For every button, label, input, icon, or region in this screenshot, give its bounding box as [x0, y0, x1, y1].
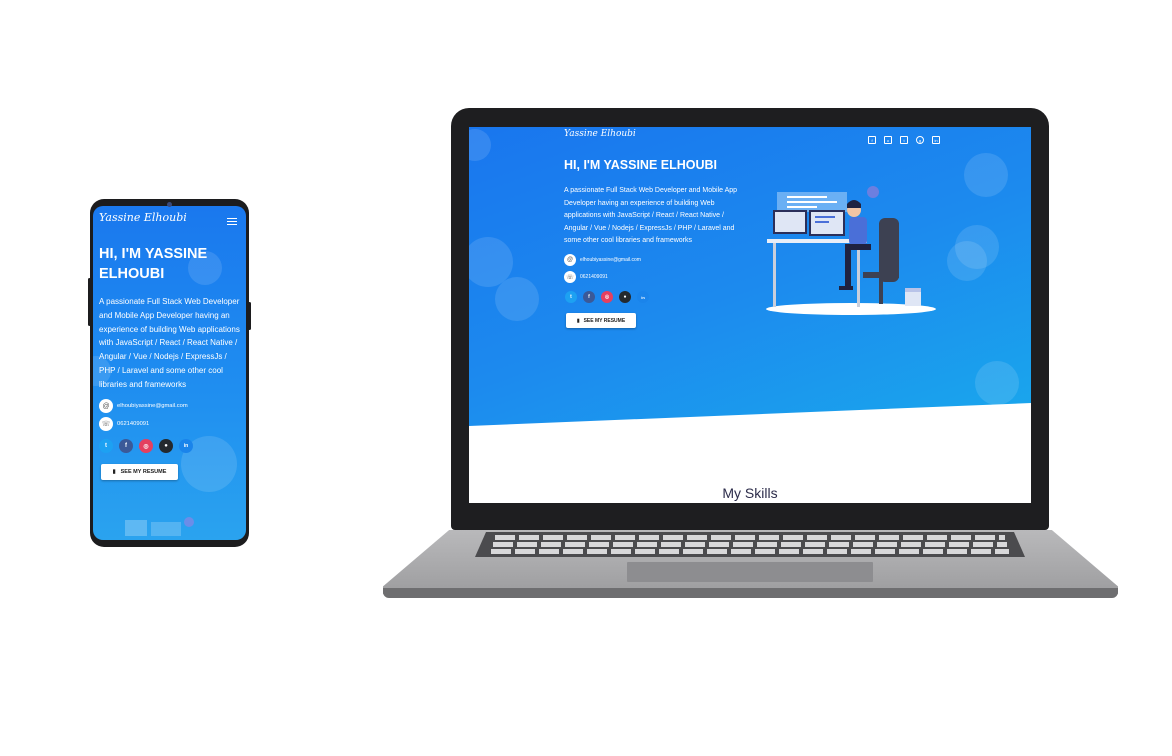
phone-icon: ☏	[99, 417, 113, 431]
resume-button[interactable]: ▮ SEE MY RESUME	[566, 313, 636, 328]
email-text: elhoubiyassine@gmail.com	[580, 257, 641, 263]
github-icon[interactable]: ●	[619, 291, 631, 303]
facebook-icon[interactable]: f	[119, 439, 133, 453]
decor-bubble	[495, 277, 539, 321]
decor-bubble	[947, 241, 987, 281]
hero-description: A passionate Full Stack Web Developer an…	[99, 297, 240, 389]
linkedin-icon[interactable]: in	[637, 291, 649, 303]
phone-text: 0621409091	[580, 274, 608, 280]
document-icon: ▮	[112, 469, 116, 475]
laptop-screen: Yassine Elhoubi f o t g in HI, I'M YASSI…	[469, 127, 1031, 503]
resume-button-label: SEE MY RESUME	[583, 317, 626, 324]
phone-row[interactable]: ☏ 0621409091	[564, 271, 608, 283]
developer-illustration	[125, 517, 194, 536]
twitter-icon[interactable]: t	[99, 439, 113, 453]
phone-icon: ☏	[564, 271, 576, 283]
decor-bubble	[975, 361, 1019, 405]
laptop-base-edge	[383, 588, 1118, 598]
logo[interactable]: Yassine Elhoubi	[99, 211, 187, 224]
top-social-nav: f o t g in	[868, 136, 940, 144]
laptop-keyboard	[475, 532, 1025, 557]
hero-title: HI, I'M YASSINE ELHOUBI	[99, 246, 208, 282]
developer-illustration	[766, 186, 936, 315]
twitter-icon[interactable]: t	[900, 136, 908, 144]
linkedin-icon[interactable]: in	[179, 439, 193, 453]
email-icon: @	[564, 254, 576, 266]
phone-camera	[167, 202, 172, 207]
instagram-icon[interactable]: o	[884, 136, 892, 144]
phone-row[interactable]: ☏ 0621409091	[99, 417, 149, 431]
facebook-icon[interactable]: f	[868, 136, 876, 144]
github-icon[interactable]: ●	[159, 439, 173, 453]
instagram-icon[interactable]: ◎	[139, 439, 153, 453]
email-row[interactable]: @ elhoubiyassine@gmail.com	[99, 399, 188, 413]
email-text: elhoubiyassine@gmail.com	[117, 403, 188, 409]
email-icon: @	[99, 399, 113, 413]
facebook-icon[interactable]: f	[583, 291, 595, 303]
skills-heading: My Skills	[722, 485, 778, 501]
linkedin-icon[interactable]: in	[932, 136, 940, 144]
resume-button[interactable]: ▮ SEE MY RESUME	[101, 464, 178, 480]
hero-title: HI, I'M YASSINE ELHOUBI	[564, 158, 718, 172]
social-links: t f ◎ ● in	[565, 291, 649, 303]
instagram-icon[interactable]: ◎	[601, 291, 613, 303]
hamburger-menu-icon[interactable]	[227, 218, 237, 227]
laptop-trackpad	[627, 562, 873, 582]
hero-description: A passionate Full Stack Web Developer an…	[564, 187, 738, 244]
phone-mockup: Yassine Elhoubi HI, I'M YASSINE ELHOUBI …	[90, 199, 249, 547]
resume-button-label: SEE MY RESUME	[120, 469, 167, 475]
phone-screen: Yassine Elhoubi HI, I'M YASSINE ELHOUBI …	[93, 206, 246, 540]
document-icon: ▮	[576, 317, 580, 324]
phone-text: 0621409091	[117, 421, 150, 427]
twitter-icon[interactable]: t	[565, 291, 577, 303]
decor-bubble	[964, 153, 1008, 197]
logo[interactable]: Yassine Elhoubi	[564, 129, 636, 139]
github-icon[interactable]: g	[916, 136, 924, 144]
social-links: t f ◎ ● in	[99, 439, 193, 453]
decor-bubble	[469, 129, 491, 161]
email-row[interactable]: @ elhoubiyassine@gmail.com	[564, 254, 641, 266]
